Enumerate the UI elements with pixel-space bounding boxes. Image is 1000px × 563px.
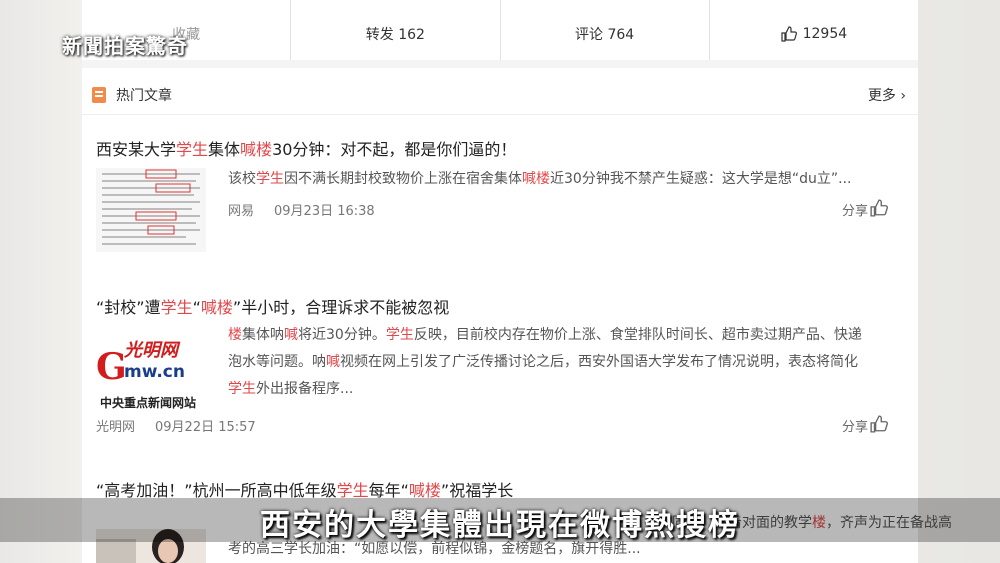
repost-label: 转发 162 (365, 27, 425, 43)
title-text: 集体 (208, 140, 241, 159)
hot-articles-header: 热门文章 更多 › (82, 76, 918, 115)
comment-button[interactable]: 评论 764 (499, 0, 709, 68)
weibo-article-page: 收藏 转发 162 评论 764 12954 热门文章 更多 › 西安某大学学生… (82, 0, 952, 563)
like-count: 12954 (802, 26, 848, 42)
summary-line: 学生外出报备程序... (228, 376, 908, 403)
share-button[interactable]: 分享 (842, 200, 868, 219)
title-text: 30分钟：对不起，都是你们逼的！ (272, 140, 517, 159)
thumbs-up-icon[interactable] (870, 199, 888, 217)
summary-text: 因不满长期封校致物价上涨在宿舍集体 (284, 171, 522, 187)
thumbs-up-icon[interactable] (870, 415, 888, 433)
article-source: 光明网 (96, 420, 136, 435)
article-time: 09月23日 16:38 (274, 204, 375, 219)
action-bar: 收藏 转发 162 评论 764 12954 (82, 0, 918, 68)
article-title[interactable]: “封校”遭学生“喊楼”半小时，合理诉求不能被忽视 (96, 294, 449, 318)
article-summary: 楼集体呐喊将近30分钟。学生反映，目前校内存在物价上涨、食堂排队时间长、超市卖过… (228, 322, 908, 403)
article-meta: 网易 09月23日 16:38 (228, 200, 375, 219)
channel-watermark: 新聞拍案驚奇 (62, 34, 188, 58)
document-screenshot-image (96, 168, 206, 252)
more-label: 更多 (867, 88, 896, 104)
share-button[interactable]: 分享 (842, 416, 868, 435)
title-text: “封校”遭 (96, 298, 161, 317)
logo-domain: mw.cn (124, 362, 185, 382)
title-highlight: 喊楼 (200, 298, 233, 317)
summary-highlight: 楼 (228, 327, 242, 343)
article-time: 09月22日 15:57 (155, 420, 256, 435)
summary-text: 反映，目前校内存在物价上涨、食堂排队时间长、超市卖过期产品、快递 (413, 327, 862, 343)
summary-line: 楼集体呐喊将近30分钟。学生反映，目前校内存在物价上涨、食堂排队时间长、超市卖过… (228, 322, 908, 349)
summary-highlight: 学生 (256, 171, 284, 187)
summary-highlight: 喊 (326, 354, 340, 370)
section-title: 热门文章 (116, 88, 172, 104)
summary-highlight: 喊楼 (522, 171, 550, 187)
repost-button[interactable]: 转发 162 (290, 0, 499, 68)
article-thumbnail[interactable] (96, 168, 206, 252)
document-icon (92, 87, 106, 103)
summary-text: 视频在网上引发了广泛传播讨论之后，西安外国语大学发布了情况说明，表态将简化 (340, 354, 858, 370)
summary-highlight: 学生 (385, 327, 414, 343)
article-summary: 该校学生因不满长期封校致物价上涨在宿舍集体喊楼近30分钟我不禁产生疑惑：这大学是… (228, 166, 908, 193)
summary-text: 外出报备程序... (256, 381, 354, 397)
summary-text: 集体呐 (242, 327, 284, 343)
article-card[interactable]: 西安某大学学生集体喊楼30分钟：对不起，都是你们逼的！ 该校学生因不满长期封校致… (82, 120, 918, 270)
article-meta: 光明网 09月22日 15:57 (96, 416, 256, 435)
summary-text: 近30分钟我不禁产生疑惑：这大学是想“du立”... (550, 171, 852, 187)
like-button[interactable]: 12954 (708, 0, 918, 68)
title-highlight: 喊楼 (240, 140, 273, 159)
summary-text: 该校 (228, 171, 256, 187)
title-text: 西安某大学 (96, 140, 177, 159)
summary-text: 将近30分钟。 (298, 327, 386, 343)
article-title[interactable]: 西安某大学学生集体喊楼30分钟：对不起，都是你们逼的！ (96, 136, 516, 160)
summary-highlight: 喊 (284, 327, 298, 343)
more-link[interactable]: 更多 › (868, 85, 906, 105)
title-text: ”半小时，合理诉求不能被忽视 (232, 298, 450, 317)
summary-line: 泡水等问题。呐喊视频在网上引发了广泛传播讨论之后，西安外国语大学发布了情况说明，… (228, 349, 908, 376)
title-highlight: 学生 (176, 140, 209, 159)
video-subtitle: 西安的大學集體出現在微博熱搜榜 (260, 508, 740, 543)
comment-label: 评论 764 (575, 27, 635, 43)
article-thumbnail[interactable]: G 光明网 mw.cn 中央重点新闻网站 (96, 332, 206, 416)
logo-caption: 中央重点新闻网站 (100, 396, 197, 410)
logo-letter: G (96, 346, 127, 388)
chevron-right-icon: › (900, 88, 906, 104)
title-text: “ (192, 298, 201, 317)
thumbs-up-icon (780, 26, 797, 42)
title-highlight: 学生 (160, 298, 193, 317)
divider (82, 60, 918, 68)
gmw-logo: G 光明网 mw.cn (96, 336, 206, 388)
summary-highlight: 学生 (228, 381, 256, 397)
summary-text: 泡水等问题。呐 (228, 354, 326, 370)
article-source: 网易 (228, 204, 255, 219)
article-card[interactable]: “封校”遭学生“喊楼”半小时，合理诉求不能被忽视 G 光明网 mw.cn 中央重… (82, 280, 918, 460)
logo-title: 光明网 (124, 340, 178, 361)
